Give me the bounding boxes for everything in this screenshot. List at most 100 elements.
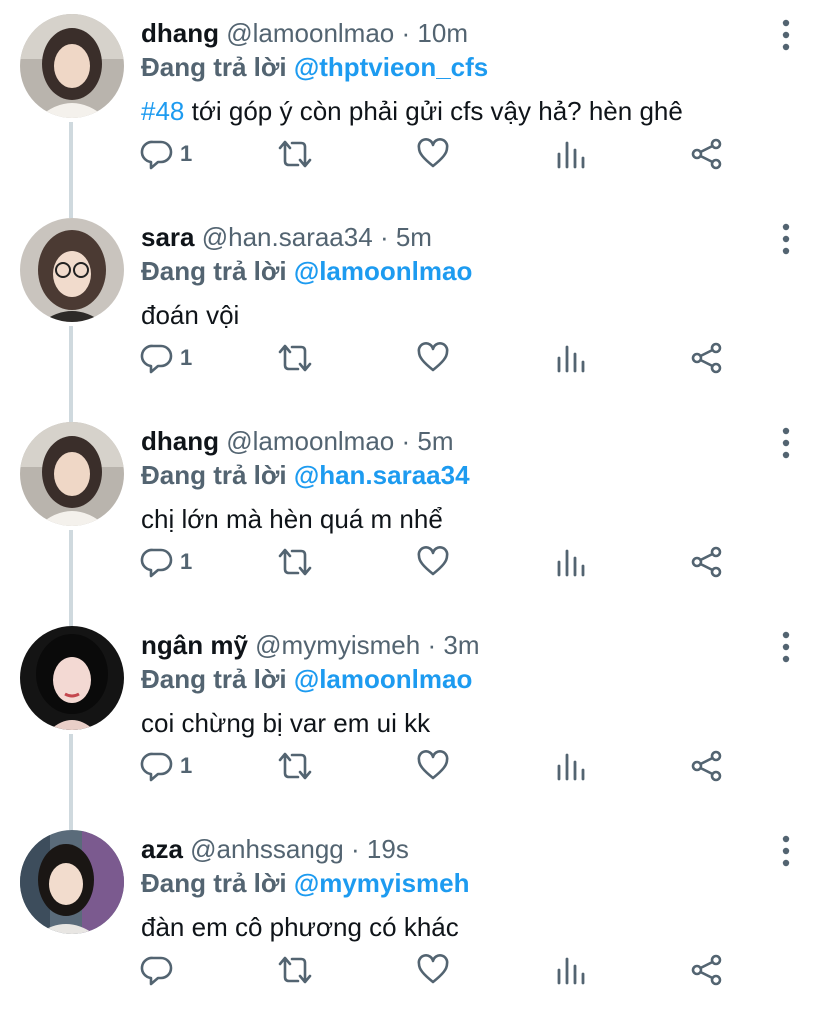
more-options-button[interactable]	[776, 834, 796, 868]
reply-count: 1	[180, 345, 193, 370]
replying-mention[interactable]: @thptvieon_cfs	[294, 52, 488, 82]
tweet-text: đoán vội	[141, 298, 239, 332]
retweet-icon	[278, 548, 312, 576]
heart-icon	[417, 342, 449, 372]
replying-mention[interactable]: @han.saraa34	[294, 460, 470, 490]
retweet-icon	[278, 140, 312, 168]
share-icon	[691, 342, 722, 374]
replying-mention[interactable]: @lamoonlmao	[294, 256, 472, 286]
user-handle[interactable]: @han.saraa34	[202, 222, 373, 252]
share-button[interactable]	[690, 134, 724, 174]
timestamp[interactable]: 19s	[367, 834, 409, 864]
timestamp[interactable]: 3m	[443, 630, 479, 660]
separator-dot: ·	[401, 18, 411, 48]
more-options-icon	[782, 223, 790, 255]
like-button[interactable]	[416, 950, 450, 990]
tweet[interactable]: sara @han.saraa34 · 5m Đang trả lời @lam…	[0, 204, 828, 408]
share-button[interactable]	[690, 950, 724, 990]
share-button[interactable]	[690, 338, 724, 378]
replying-mention[interactable]: @mymyismeh	[294, 868, 470, 898]
display-name[interactable]: ngân mỹ	[141, 630, 248, 660]
avatar[interactable]	[20, 830, 124, 934]
tweet-actions: 1	[0, 338, 828, 378]
display-name[interactable]: sara	[141, 222, 195, 252]
views-button[interactable]	[556, 746, 586, 786]
retweet-button[interactable]	[276, 950, 314, 990]
share-icon	[691, 750, 722, 782]
like-button[interactable]	[416, 542, 450, 582]
replying-label: Đang trả lời	[141, 256, 287, 286]
retweet-button[interactable]	[276, 134, 314, 174]
share-button[interactable]	[690, 542, 724, 582]
tweet[interactable]: ngân mỹ @mymyismeh · 3m Đang trả lời @la…	[0, 612, 828, 816]
retweet-button[interactable]	[276, 542, 314, 582]
avatar[interactable]	[20, 218, 124, 322]
analytics-icon	[557, 345, 585, 373]
user-handle[interactable]: @mymyismeh	[255, 630, 420, 660]
tweet-body-text: chị lớn mà hèn quá m nhể	[141, 504, 443, 534]
user-handle[interactable]: @anhssangg	[190, 834, 344, 864]
tweet[interactable]: aza @anhssangg · 19s Đang trả lời @mymyi…	[0, 816, 828, 1020]
replying-label: Đang trả lời	[141, 52, 287, 82]
replying-label: Đang trả lời	[141, 868, 287, 898]
analytics-icon	[557, 141, 585, 169]
tweet-body-text: tới góp ý còn phải gửi cfs vậy hả? hèn g…	[184, 96, 683, 126]
more-options-button[interactable]	[776, 222, 796, 256]
display-name[interactable]: dhang	[141, 426, 219, 456]
user-handle[interactable]: @lamoonlmao	[226, 18, 394, 48]
tweet-header: dhang @lamoonlmao · 5m	[141, 425, 454, 457]
retweet-button[interactable]	[276, 746, 314, 786]
share-icon	[691, 954, 722, 986]
reply-count: 1	[180, 141, 193, 166]
reply-button[interactable]: 1	[140, 134, 192, 174]
tweet-actions: 1	[0, 134, 828, 174]
reply-count: 1	[180, 549, 193, 574]
reply-icon	[140, 548, 173, 578]
reply-button[interactable]: 1	[140, 746, 192, 786]
tweet[interactable]: dhang @lamoonlmao · 10m Đang trả lời @th…	[0, 0, 828, 204]
avatar[interactable]	[20, 626, 124, 730]
tweet-header: sara @han.saraa34 · 5m	[141, 221, 432, 253]
retweet-icon	[278, 344, 312, 372]
heart-icon	[417, 954, 449, 984]
hashtag-link[interactable]: #48	[141, 96, 184, 126]
more-options-button[interactable]	[776, 18, 796, 52]
separator-dot: ·	[401, 426, 411, 456]
views-button[interactable]	[556, 134, 586, 174]
reply-button[interactable]: 1	[140, 338, 192, 378]
replying-to: Đang trả lời @mymyismeh	[141, 867, 470, 899]
tweet-actions: 1	[0, 542, 828, 582]
tweet-body-text: đoán vội	[141, 300, 240, 330]
reply-thread: dhang @lamoonlmao · 10m Đang trả lời @th…	[0, 0, 828, 1013]
like-button[interactable]	[416, 338, 450, 378]
reply-icon	[140, 752, 173, 782]
like-button[interactable]	[416, 134, 450, 174]
timestamp[interactable]: 5m	[417, 426, 453, 456]
share-icon	[691, 546, 722, 578]
tweet[interactable]: dhang @lamoonlmao · 5m Đang trả lời @han…	[0, 408, 828, 612]
avatar[interactable]	[20, 14, 124, 118]
tweet-text: #48 tới góp ý còn phải gửi cfs vậy hả? h…	[141, 94, 683, 128]
more-options-button[interactable]	[776, 630, 796, 664]
reply-icon	[140, 140, 173, 170]
views-button[interactable]	[556, 542, 586, 582]
avatar[interactable]	[20, 422, 124, 526]
tweet-text: đàn em cô phương có khác	[141, 910, 459, 944]
more-options-button[interactable]	[776, 426, 796, 460]
display-name[interactable]: dhang	[141, 18, 219, 48]
views-button[interactable]	[556, 950, 586, 990]
reply-button[interactable]: 1	[140, 542, 192, 582]
like-button[interactable]	[416, 746, 450, 786]
retweet-button[interactable]	[276, 338, 314, 378]
views-button[interactable]	[556, 338, 586, 378]
reply-button[interactable]	[140, 950, 174, 990]
timestamp[interactable]: 5m	[396, 222, 432, 252]
replying-label: Đang trả lời	[141, 460, 287, 490]
display-name[interactable]: aza	[141, 834, 183, 864]
retweet-icon	[278, 956, 312, 984]
replying-mention[interactable]: @lamoonlmao	[294, 664, 472, 694]
analytics-icon	[557, 753, 585, 781]
user-handle[interactable]: @lamoonlmao	[226, 426, 394, 456]
timestamp[interactable]: 10m	[417, 18, 468, 48]
share-button[interactable]	[690, 746, 724, 786]
